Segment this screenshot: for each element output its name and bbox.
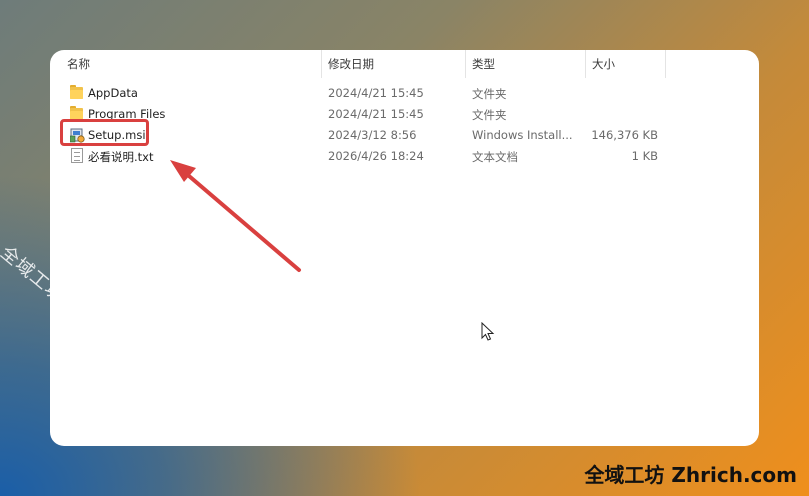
brand-logo-text: 全域工坊 Zhrich.com	[584, 463, 797, 487]
mouse-cursor-icon	[481, 322, 495, 341]
pointer-arrow-icon	[170, 160, 301, 272]
